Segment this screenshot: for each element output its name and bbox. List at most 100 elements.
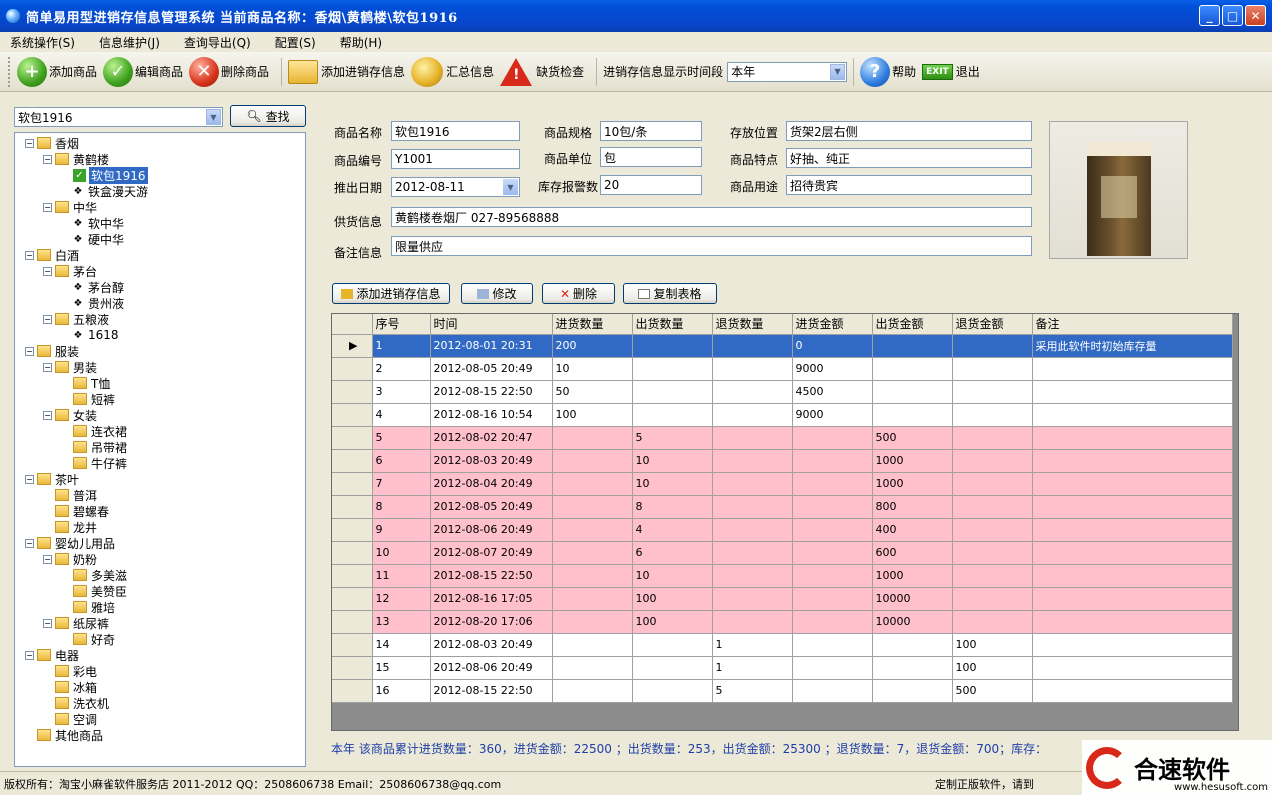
table-cell[interactable]: [1032, 633, 1233, 657]
column-header[interactable]: 备注: [1032, 314, 1233, 335]
table-cell[interactable]: 15: [372, 656, 431, 680]
tree-collapse-toggle[interactable]: −: [43, 618, 52, 628]
tree-node[interactable]: 牛仔裤: [15, 455, 305, 471]
product-image[interactable]: [1049, 121, 1188, 259]
table-cell[interactable]: [792, 449, 873, 473]
table-cell[interactable]: [712, 495, 793, 519]
table-cell[interactable]: [712, 449, 793, 473]
table-cell[interactable]: 2012-08-02 20:47: [430, 426, 553, 450]
menu-query-export[interactable]: 查询导出(Q): [184, 34, 251, 51]
table-cell[interactable]: 10000: [872, 610, 953, 634]
tree-node[interactable]: − 奶粉: [15, 551, 305, 567]
tree-node[interactable]: − 男装: [15, 359, 305, 375]
table-cell[interactable]: [552, 656, 633, 680]
table-cell[interactable]: [712, 426, 793, 450]
table-cell[interactable]: 500: [872, 426, 953, 450]
menu-help[interactable]: 帮助(H): [340, 34, 382, 51]
row-header[interactable]: [332, 587, 373, 611]
remark-field[interactable]: 限量供应: [391, 236, 1032, 256]
table-cell[interactable]: [792, 564, 873, 588]
table-cell[interactable]: [1032, 518, 1233, 542]
tree-node[interactable]: ❖ 1618: [15, 327, 305, 343]
tree-collapse-toggle[interactable]: −: [43, 266, 52, 276]
table-cell[interactable]: [792, 426, 873, 450]
table-cell[interactable]: [952, 380, 1033, 404]
table-cell[interactable]: [552, 495, 633, 519]
tree-node[interactable]: 美赞臣: [15, 583, 305, 599]
table-cell[interactable]: [872, 357, 953, 381]
name-field[interactable]: 软包1916: [391, 121, 520, 141]
table-cell[interactable]: 13: [372, 610, 431, 634]
row-header[interactable]: [332, 541, 373, 565]
table-cell[interactable]: [632, 656, 713, 680]
row-header[interactable]: [332, 426, 373, 450]
table-cell[interactable]: [1032, 495, 1233, 519]
menu-system[interactable]: 系统操作(S): [10, 34, 75, 51]
table-cell[interactable]: 10: [632, 564, 713, 588]
tree-node[interactable]: ✓ 软包1916: [15, 166, 305, 184]
summary-info-button[interactable]: 汇总信息: [411, 56, 494, 87]
grid-corner-header[interactable]: [332, 314, 373, 335]
table-cell[interactable]: 14: [372, 633, 431, 657]
menu-config[interactable]: 配置(S): [275, 34, 316, 51]
table-row[interactable]: 8 2012-08-05 20:49 8 800: [332, 495, 1233, 519]
table-cell[interactable]: 1000: [872, 449, 953, 473]
table-cell[interactable]: 8: [632, 495, 713, 519]
table-cell[interactable]: [712, 541, 793, 565]
tree-node[interactable]: − 白酒: [15, 247, 305, 263]
chevron-down-icon[interactable]: ▼: [830, 63, 846, 80]
table-cell[interactable]: [1032, 426, 1233, 450]
delete-product-button[interactable]: ✕ 删除商品: [189, 56, 269, 87]
table-cell[interactable]: 2012-08-15 22:50: [430, 679, 553, 703]
table-cell[interactable]: 2012-08-03 20:49: [430, 633, 553, 657]
menu-maintenance[interactable]: 信息维护(J): [99, 34, 160, 51]
table-cell[interactable]: [872, 403, 953, 427]
copy-table-button[interactable]: 复制表格: [623, 283, 717, 304]
row-header[interactable]: ▶: [332, 334, 373, 358]
table-cell[interactable]: [792, 679, 873, 703]
tree-node[interactable]: 短裤: [15, 391, 305, 407]
tree-node[interactable]: − 婴幼儿用品: [15, 535, 305, 551]
supplier-field[interactable]: 黄鹤楼卷烟厂 027-89568888: [391, 207, 1032, 227]
tree-collapse-toggle[interactable]: −: [43, 154, 52, 164]
chevron-down-icon[interactable]: ▼: [206, 109, 221, 125]
table-cell[interactable]: [712, 472, 793, 496]
tree-node[interactable]: − 五粮液: [15, 311, 305, 327]
tree-node[interactable]: 洗衣机: [15, 695, 305, 711]
delete-record-button[interactable]: ✕ 删除: [542, 283, 615, 304]
row-header[interactable]: [332, 380, 373, 404]
stock-records-grid[interactable]: 序号 时间 进货数量 出货数量 退货数量 进货金额 出货金额 退货金额 备注 ▶ 1 2012-08…: [331, 313, 1239, 731]
table-row[interactable]: 12 2012-08-16 17:05 100 10000: [332, 587, 1233, 611]
table-cell[interactable]: [552, 587, 633, 611]
unit-field[interactable]: 包: [600, 147, 702, 167]
table-cell[interactable]: [792, 587, 873, 611]
row-header[interactable]: [332, 518, 373, 542]
table-cell[interactable]: 10: [552, 357, 633, 381]
search-combo[interactable]: 软包1916 ▼: [14, 107, 223, 127]
table-cell[interactable]: 2012-08-16 10:54: [430, 403, 553, 427]
table-row[interactable]: ▶ 1 2012-08-01 20:31 200 0 采用此软件时初始库存量: [332, 334, 1233, 358]
table-cell[interactable]: [952, 472, 1033, 496]
tree-node[interactable]: 彩电: [15, 663, 305, 679]
table-cell[interactable]: 2012-08-15 22:50: [430, 564, 553, 588]
column-header[interactable]: 时间: [430, 314, 553, 335]
table-cell[interactable]: [792, 656, 873, 680]
table-cell[interactable]: 2012-08-01 20:31: [430, 334, 553, 358]
tree-node[interactable]: T恤: [15, 375, 305, 391]
table-cell[interactable]: [792, 633, 873, 657]
row-header[interactable]: [332, 679, 373, 703]
tree-node[interactable]: − 香烟: [15, 135, 305, 151]
table-cell[interactable]: [712, 403, 793, 427]
table-row[interactable]: 4 2012-08-16 10:54 100 9000: [332, 403, 1233, 427]
table-cell[interactable]: 采用此软件时初始库存量: [1032, 334, 1233, 358]
table-cell[interactable]: 4: [632, 518, 713, 542]
tree-collapse-toggle[interactable]: −: [43, 410, 52, 420]
table-cell[interactable]: 8: [372, 495, 431, 519]
table-cell[interactable]: [1032, 587, 1233, 611]
code-field[interactable]: Y1001: [391, 149, 520, 169]
table-cell[interactable]: [952, 564, 1033, 588]
table-cell[interactable]: [872, 633, 953, 657]
table-cell[interactable]: 4500: [792, 380, 873, 404]
row-header[interactable]: [332, 633, 373, 657]
table-cell[interactable]: [1032, 541, 1233, 565]
